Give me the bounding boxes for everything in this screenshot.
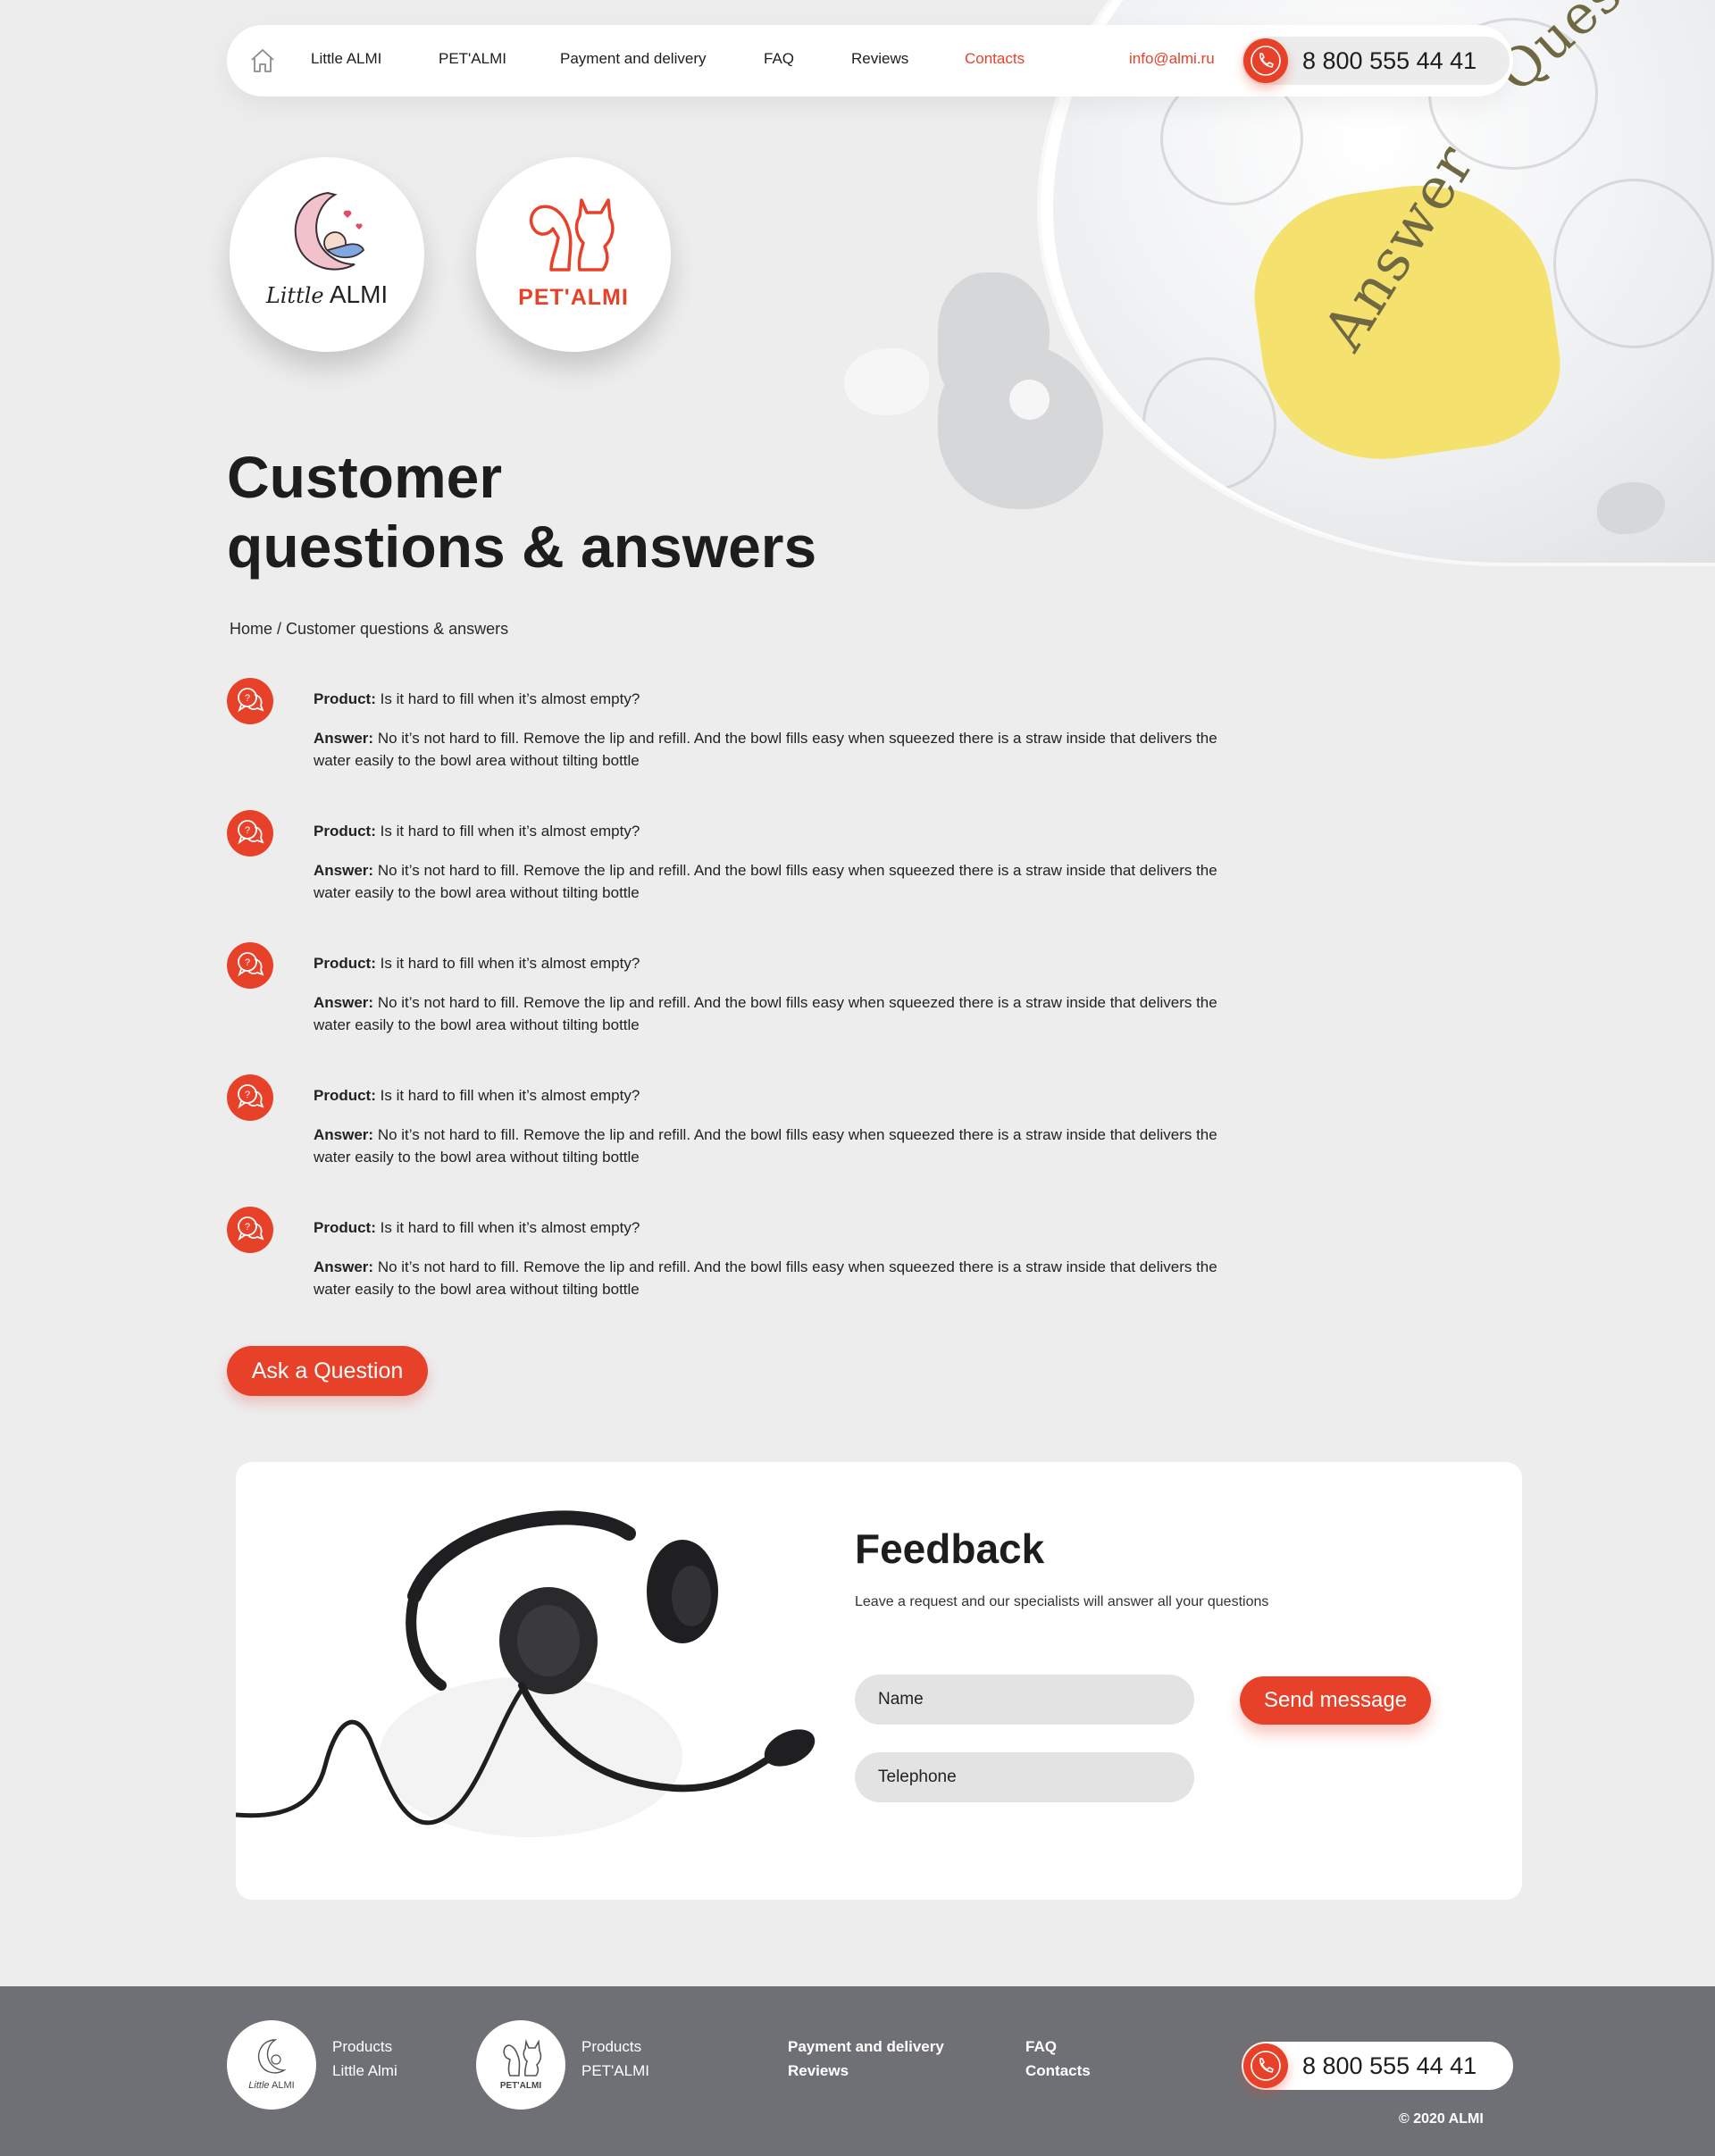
ask-question-button[interactable]: Ask a Question — [227, 1346, 428, 1396]
copyright: © 2020 ALMI — [1399, 2111, 1484, 2127]
footer-link-reviews[interactable]: Reviews — [788, 2059, 944, 2083]
question-chat-icon: ? — [227, 810, 273, 857]
phone-icon — [1243, 38, 1288, 83]
footer-link-petalmi[interactable]: PET'ALMI — [581, 2059, 649, 2083]
qa-question: Product: Is it hard to fill when it’s al… — [314, 823, 640, 840]
svg-text:Little ALMI: Little ALMI — [248, 2080, 294, 2091]
qa-question: Product: Is it hard to fill when it’s al… — [314, 1219, 640, 1236]
page-title: Customer questions & answers — [227, 442, 816, 581]
svg-text:?: ? — [245, 1222, 250, 1233]
footer-phone[interactable]: 8 800 555 44 41 — [1242, 2042, 1513, 2090]
phone-icon — [1243, 2043, 1288, 2088]
nav-item-contacts[interactable]: Contacts — [965, 50, 1025, 68]
nav-item-reviews[interactable]: Reviews — [851, 50, 908, 68]
nav-item-little-almi[interactable]: Little ALMI — [311, 50, 381, 68]
petalmi-logo[interactable]: PET'ALMI — [476, 157, 671, 352]
feedback-subtitle: Leave a request and our specialists will… — [855, 1594, 1269, 1609]
footer-link-faq[interactable]: FAQ — [1025, 2035, 1091, 2059]
moon-baby-icon — [294, 191, 365, 271]
question-chat-icon: ? — [227, 1207, 273, 1253]
decor-blob — [844, 348, 929, 415]
headset-image — [236, 1510, 816, 1837]
telephone-field[interactable] — [855, 1752, 1194, 1802]
footer-petalmi-logo[interactable]: PET'ALMI — [476, 2020, 565, 2110]
footer-col-help: FAQ Contacts — [1025, 2035, 1091, 2083]
qa-answer: Answer: No it’s not hard to fill. Remove… — [314, 862, 1217, 901]
name-field[interactable] — [855, 1675, 1194, 1725]
qa-answer: Answer: No it’s not hard to fill. Remove… — [314, 1126, 1217, 1166]
petalmi-wordmark: PET'ALMI — [518, 285, 629, 310]
footer-little-almi-logo[interactable]: Little ALMI — [227, 2020, 316, 2110]
send-message-button[interactable]: Send message — [1240, 1676, 1431, 1725]
footer-link-payment-delivery[interactable]: Payment and delivery — [788, 2035, 944, 2059]
nav-item-petalmi[interactable]: PET'ALMI — [439, 50, 506, 68]
question-chat-icon: ? — [227, 942, 273, 989]
question-chat-icon: ? — [227, 678, 273, 724]
footer-link-contacts[interactable]: Contacts — [1025, 2059, 1091, 2083]
feedback-card: Feedback Leave a request and our special… — [236, 1462, 1522, 1900]
qa-question: Product: Is it hard to fill when it’s al… — [314, 690, 640, 707]
qa-answer: Answer: No it’s not hard to fill. Remove… — [314, 994, 1217, 1033]
decor-blob — [1009, 380, 1050, 420]
dog-cat-icon: PET'ALMI — [500, 2038, 541, 2091]
home-icon[interactable] — [248, 46, 277, 75]
feedback-title: Feedback — [855, 1525, 1045, 1572]
footer-col-little: Products Little Almi — [332, 2035, 397, 2083]
puzzle-word-question: Question — [1485, 0, 1715, 104]
dog-cat-icon — [529, 198, 615, 272]
svg-text:?: ? — [245, 1090, 250, 1100]
page-title-line-1: Customer — [227, 444, 503, 510]
moon-baby-icon: Little ALMI — [248, 2039, 295, 2091]
page-title-line-2: questions & answers — [227, 514, 817, 580]
footer-link-products[interactable]: Products — [581, 2035, 649, 2059]
qa-question: Product: Is it hard to fill when it’s al… — [314, 955, 640, 972]
nav-email-link[interactable]: info@almi.ru — [1129, 50, 1215, 68]
question-chat-icon: ? — [227, 1074, 273, 1121]
footer: Little ALMI Products Little Almi PET'ALM… — [0, 1986, 1715, 2156]
qa-answer: Answer: No it’s not hard to fill. Remove… — [314, 1258, 1217, 1298]
footer-link-products[interactable]: Products — [332, 2035, 397, 2059]
nav-item-payment-delivery[interactable]: Payment and delivery — [560, 50, 706, 68]
breadcrumb[interactable]: Home / Customer questions & answers — [230, 620, 508, 639]
little-almi-logo[interactable]: Little ALMI — [230, 157, 424, 352]
header-phone-number: 8 800 555 44 41 — [1302, 47, 1477, 74]
little-almi-wordmark: Little ALMI — [265, 280, 389, 308]
top-navigation: Little ALMI PET'ALMI Payment and deliver… — [227, 25, 1513, 96]
qa-answer: Answer: No it’s not hard to fill. Remove… — [314, 730, 1217, 769]
footer-phone-number: 8 800 555 44 41 — [1302, 2052, 1477, 2079]
nav-item-faq[interactable]: FAQ — [764, 50, 794, 68]
svg-text:PET'ALMI: PET'ALMI — [500, 2081, 541, 2091]
qa-question: Product: Is it hard to fill when it’s al… — [314, 1087, 640, 1104]
footer-col-info: Payment and delivery Reviews — [788, 2035, 944, 2083]
svg-text:?: ? — [245, 957, 250, 968]
footer-link-little-almi[interactable]: Little Almi — [332, 2059, 397, 2083]
svg-text:?: ? — [245, 825, 250, 836]
footer-col-pet: Products PET'ALMI — [581, 2035, 649, 2083]
header-phone[interactable]: 8 800 555 44 41 — [1242, 37, 1510, 85]
svg-text:?: ? — [245, 693, 250, 704]
